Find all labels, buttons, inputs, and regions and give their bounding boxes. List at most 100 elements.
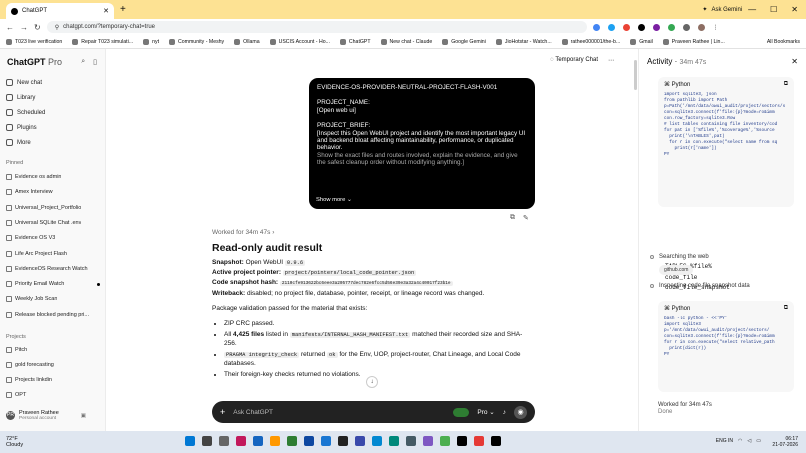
sidebar-item-new-chat[interactable]: New chat xyxy=(6,79,42,86)
edge-icon[interactable] xyxy=(389,436,399,446)
battery-icon[interactable]: ▭ xyxy=(756,438,761,444)
worked-for-toggle[interactable]: Worked for 34m 47s › xyxy=(212,229,274,236)
all-bookmarks-button[interactable]: All Bookmarks xyxy=(767,39,800,45)
composer-input[interactable]: Ask ChatGPT xyxy=(233,409,273,416)
pinned-chat-item[interactable]: EvidenceOS Research Watch xyxy=(6,265,100,272)
search-icon[interactable]: ⌕ xyxy=(81,58,85,66)
bookmark-item[interactable]: Repair T023 simulati... xyxy=(72,38,133,45)
scrollbar[interactable] xyxy=(634,60,637,90)
pinned-chat-item[interactable]: Universal_Project_Portfolio xyxy=(6,204,100,211)
more-options-icon[interactable]: ⋯ xyxy=(608,57,614,64)
source-chip[interactable]: github.com xyxy=(659,265,694,275)
back-icon[interactable]: ← xyxy=(6,23,14,32)
task-view-icon[interactable] xyxy=(219,436,229,446)
app-icon[interactable] xyxy=(457,436,467,446)
extension-icon[interactable] xyxy=(592,23,600,31)
close-window-icon[interactable]: ✕ xyxy=(791,5,798,14)
system-tray[interactable]: ENG IN ◠ ◁ ▭ xyxy=(716,438,761,444)
sidebar-item-scheduled[interactable]: Scheduled xyxy=(6,109,45,116)
app-icon[interactable] xyxy=(270,436,280,446)
app-icon[interactable] xyxy=(491,436,501,446)
ask-gemini-button[interactable]: ✦ Ask Gemini xyxy=(702,6,742,14)
app-icon[interactable] xyxy=(372,436,382,446)
model-selector[interactable]: Pro ⌄ xyxy=(477,408,494,416)
bookmark-item[interactable]: Gmail xyxy=(630,38,653,45)
app-icon[interactable] xyxy=(355,436,365,446)
pinned-chat-item[interactable]: Universal SQLite Chat .env xyxy=(6,219,100,226)
project-item[interactable]: OPT xyxy=(6,392,100,398)
bookmark-item[interactable]: Community - Meshy xyxy=(169,38,224,45)
app-icon[interactable] xyxy=(423,436,433,446)
extension-icon[interactable] xyxy=(607,23,615,31)
weather-widget[interactable]: 72°F Cloudy xyxy=(6,436,23,448)
new-tab-button[interactable]: + xyxy=(120,4,126,15)
terminal-icon[interactable] xyxy=(338,436,348,446)
extension-icon[interactable] xyxy=(637,23,645,31)
pinned-chat-item[interactable]: Amex Interview xyxy=(6,189,100,196)
bookmark-item[interactable]: Google Gemini xyxy=(442,38,486,45)
minimize-icon[interactable]: — xyxy=(748,5,756,14)
app-icon[interactable] xyxy=(406,436,416,446)
inbox-icon[interactable]: ▣ xyxy=(81,413,86,419)
close-icon[interactable]: ✕ xyxy=(791,57,798,66)
bookmark-item[interactable]: nyt xyxy=(143,38,159,45)
bookmark-item[interactable]: rathee000001/the-b... xyxy=(561,38,620,45)
download-icon[interactable] xyxy=(682,23,690,31)
maximize-icon[interactable]: ☐ xyxy=(770,5,777,14)
add-attachment-button[interactable]: + xyxy=(220,407,225,417)
pinned-chat-item[interactable]: Evidence OS V3 xyxy=(6,235,100,242)
copy-icon[interactable]: ⧉ xyxy=(784,305,788,312)
edit-icon[interactable]: ✎ xyxy=(523,214,529,222)
pinned-chat-item[interactable]: Priority Email Watch xyxy=(6,281,100,288)
bookmark-item[interactable]: Ollama xyxy=(234,38,260,45)
microphone-icon[interactable]: ♪ xyxy=(503,409,506,416)
sidebar-item-more[interactable]: More xyxy=(6,139,31,146)
pinned-chat-item[interactable]: Evidence os admin xyxy=(6,174,100,180)
menu-icon[interactable]: ⋮ xyxy=(713,24,719,31)
app-icon[interactable] xyxy=(253,436,263,446)
pinned-chat-item[interactable]: Weekly Job Scan xyxy=(6,296,100,303)
sidebar-item-plugins[interactable]: Plugins xyxy=(6,124,37,131)
url-input[interactable]: ⚲ chatgpt.com/?temporary-chat=true xyxy=(46,21,587,33)
volume-icon[interactable]: ◁ xyxy=(747,438,751,444)
brand[interactable]: ChatGPT Pro xyxy=(7,57,62,67)
bookmark-item[interactable]: ChatGPT xyxy=(339,38,371,45)
temporary-chat-button[interactable]: ◌ Temporary Chat xyxy=(550,57,598,64)
sidebar-toggle-icon[interactable]: ▯ xyxy=(93,58,97,66)
bookmark-item[interactable]: T023 live verification xyxy=(6,38,62,45)
forward-icon[interactable]: → xyxy=(20,23,28,32)
extension-icon[interactable] xyxy=(652,23,660,31)
project-item[interactable]: gold forecasting xyxy=(6,362,100,368)
bookmark-item[interactable]: JioHotstar - Watch... xyxy=(495,38,552,45)
reload-icon[interactable]: ↻ xyxy=(34,23,41,32)
project-item[interactable]: Projects linkdin xyxy=(6,377,100,383)
user-account[interactable]: PR Praveen Rathee Personal account ▣ xyxy=(6,410,86,421)
search-icon[interactable] xyxy=(202,436,212,446)
app-icon[interactable] xyxy=(474,436,484,446)
pinned-chat-item[interactable]: Release blocked pending pri... xyxy=(6,311,100,318)
close-tab-icon[interactable]: ✕ xyxy=(103,7,109,15)
bookmark-item[interactable]: USCIS Account - Ho... xyxy=(269,38,330,45)
extension-icon[interactable] xyxy=(667,23,675,31)
app-icon[interactable] xyxy=(304,436,314,446)
sidebar-item-library[interactable]: Library xyxy=(6,94,35,101)
browser-tab[interactable]: ChatGPT ✕ xyxy=(6,3,114,19)
clock[interactable]: 06:17 21-07-2026 xyxy=(772,436,798,448)
bookmark-item[interactable]: New chat - Claude xyxy=(380,38,432,45)
extension-badge-icon[interactable] xyxy=(453,407,470,417)
site-info-icon[interactable]: ⚲ xyxy=(55,24,59,31)
profile-avatar[interactable] xyxy=(697,23,705,31)
app-icon[interactable] xyxy=(236,436,246,446)
copy-icon[interactable]: ⧉ xyxy=(784,81,788,88)
extension-icon[interactable] xyxy=(622,23,630,31)
copy-icon[interactable]: ⧉ xyxy=(510,214,515,222)
bookmark-item[interactable]: Praveen Rathee | Lin... xyxy=(662,38,725,45)
voice-mode-button[interactable]: ◉ xyxy=(514,405,527,419)
chrome-icon[interactable] xyxy=(440,436,450,446)
pinned-chat-item[interactable]: Life Arc Project Flash xyxy=(6,250,100,257)
language-indicator[interactable]: ENG IN xyxy=(716,438,733,444)
project-item[interactable]: Pitch xyxy=(6,347,100,353)
app-icon[interactable] xyxy=(287,436,297,446)
scroll-down-button[interactable]: ↓ xyxy=(366,376,378,388)
vscode-icon[interactable] xyxy=(321,436,331,446)
